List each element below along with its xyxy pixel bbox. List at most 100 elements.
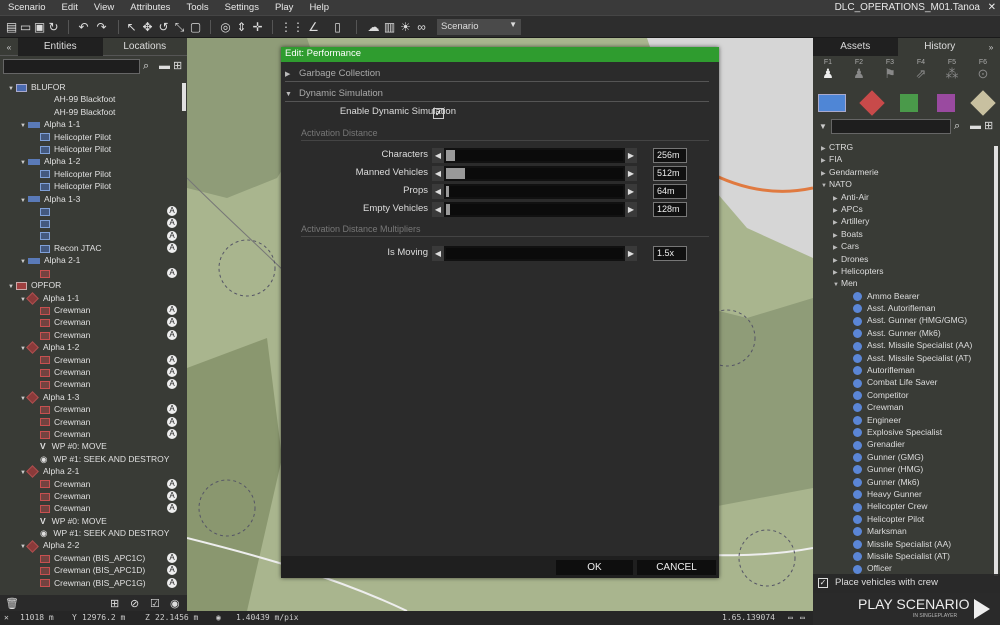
side-opfor-swatch[interactable] xyxy=(859,90,885,116)
entity-row[interactable]: ▼ Alpha 1-2 xyxy=(0,155,181,167)
entities-scrollbar[interactable] xyxy=(182,83,186,111)
filter-icon[interactable]: ⊘ xyxy=(130,597,139,610)
tab-locations[interactable]: Locations xyxy=(103,38,188,56)
collapse-left-icon[interactable]: « xyxy=(0,42,18,52)
entity-row[interactable]: ▼ Alpha 1-1 xyxy=(0,118,181,130)
side-empty-swatch[interactable] xyxy=(970,90,996,116)
section-dynamic-simulation[interactable]: ▼ Dynamic Simulation xyxy=(285,87,709,102)
entity-row[interactable]: ▼ Alpha 2-1 xyxy=(0,254,181,266)
redo-icon[interactable]: ↷ xyxy=(94,19,109,35)
arrow-right-icon[interactable]: ▶ xyxy=(625,166,637,181)
asset-row[interactable]: Asst. Gunner (HMG/GMG) xyxy=(813,314,992,326)
entity-row[interactable]: ▼ Alpha 2-2 xyxy=(0,539,181,553)
arrow-left-icon[interactable]: ◀ xyxy=(432,246,444,261)
asset-row[interactable]: Asst. Missile Specialist (AT) xyxy=(813,352,992,364)
angle-icon[interactable]: ∠ xyxy=(306,19,321,35)
arrow-left-icon[interactable]: ◀ xyxy=(432,202,444,217)
vertical-move-icon[interactable]: ⇕ xyxy=(234,19,249,35)
asset-row[interactable]: Asst. Missile Specialist (AA) xyxy=(813,339,992,351)
entity-row[interactable]: Crewman A xyxy=(0,490,181,502)
asset-row[interactable]: ▶ Cars xyxy=(813,240,992,252)
asset-row[interactable]: Missile Specialist (AA) xyxy=(813,538,992,550)
asset-row[interactable]: Asst. Gunner (Mk6) xyxy=(813,327,992,339)
cancel-button[interactable]: CANCEL xyxy=(637,560,716,575)
side-civilian-swatch[interactable] xyxy=(937,94,955,112)
new-file-icon[interactable]: ▤ xyxy=(4,19,19,35)
arrow-right-icon[interactable]: ▶ xyxy=(625,148,637,163)
entity-row[interactable]: Helicopter Pilot xyxy=(0,143,181,155)
entity-row[interactable]: A xyxy=(0,217,181,229)
select-cursor-icon[interactable]: ↖ xyxy=(124,19,139,35)
menu-tools[interactable]: Tools xyxy=(178,2,216,13)
trash-icon[interactable]: 🗑 xyxy=(5,597,19,610)
asset-row[interactable]: ▶ Boats xyxy=(813,228,992,240)
settings-icon[interactable]: ▭ xyxy=(800,613,805,622)
pause-time-icon[interactable]: ▥ xyxy=(382,19,397,35)
side-blufor-swatch[interactable] xyxy=(818,94,846,112)
collapse-all-icon[interactable]: ▬ xyxy=(159,59,170,74)
category-groups[interactable]: F2 ♟ xyxy=(849,59,869,82)
save-icon[interactable]: ▣ xyxy=(32,19,47,35)
asset-row[interactable]: Helicopter Crew xyxy=(813,500,992,512)
collapse-all-icon[interactable]: ▬ xyxy=(970,119,981,134)
tab-assets[interactable]: Assets xyxy=(813,38,898,56)
menu-view[interactable]: View xyxy=(86,2,122,13)
asset-row[interactable]: Gunner (Mk6) xyxy=(813,476,992,488)
asset-row[interactable]: Heavy Gunner xyxy=(813,488,992,500)
open-folder-icon[interactable]: ▭ xyxy=(18,19,33,35)
rotate-icon[interactable]: ↺ xyxy=(156,19,171,35)
slider-value[interactable]: 64m xyxy=(653,184,687,199)
entity-row[interactable]: Crewman (BIS_APC1D) A xyxy=(0,564,181,576)
slider-value[interactable]: 512m xyxy=(653,166,687,181)
entity-row[interactable]: ▼ Alpha 1-2 xyxy=(0,341,181,355)
distance-slider[interactable]: ◀ ▶ xyxy=(432,184,637,199)
entity-row[interactable]: ▼ Alpha 2-1 xyxy=(0,465,181,479)
menu-edit[interactable]: Edit xyxy=(54,2,86,13)
entity-row[interactable]: ◉ WP #1: SEEK AND DESTROY xyxy=(0,527,181,539)
distance-slider[interactable]: ◀ ▶ xyxy=(432,148,637,163)
entity-row[interactable]: Crewman A xyxy=(0,366,181,378)
menu-scenario[interactable]: Scenario xyxy=(0,2,54,13)
entity-row[interactable]: Crewman A xyxy=(0,403,181,415)
asset-row[interactable]: ▶ Gendarmerie xyxy=(813,166,992,178)
ok-button[interactable]: OK xyxy=(556,560,633,575)
entity-row[interactable]: Helicopter Pilot xyxy=(0,168,181,180)
entity-row[interactable]: AH-99 Blackfoot xyxy=(0,93,181,105)
arrow-right-icon[interactable]: ▶ xyxy=(625,246,637,261)
menu-settings[interactable]: Settings xyxy=(217,2,267,13)
arrow-right-icon[interactable]: ▶ xyxy=(625,184,637,199)
entity-row[interactable]: Crewman A xyxy=(0,378,181,390)
asset-row[interactable]: Competitor xyxy=(813,389,992,401)
menu-help[interactable]: Help xyxy=(301,2,337,13)
asset-row[interactable]: Gunner (HMG) xyxy=(813,463,992,475)
asset-row[interactable]: ▶ CTRG xyxy=(813,141,992,153)
asset-row[interactable]: ▶ Artillery xyxy=(813,215,992,227)
entity-row[interactable]: V WP #0: MOVE xyxy=(0,515,181,527)
asset-row[interactable]: Engineer xyxy=(813,414,992,426)
tab-history[interactable]: History xyxy=(898,38,983,56)
arrow-right-icon[interactable]: ▶ xyxy=(625,202,637,217)
entity-row[interactable]: Recon JTAC A xyxy=(0,242,181,254)
entity-row[interactable]: Crewman A xyxy=(0,502,181,514)
refresh-icon[interactable]: ↻ xyxy=(46,19,61,35)
entity-row[interactable]: A xyxy=(0,267,181,279)
play-scenario-button[interactable]: PLAY SCENARIO IN SINGLEPLAYER xyxy=(813,593,1000,625)
asset-row[interactable]: Crewman xyxy=(813,401,992,413)
area-icon[interactable]: ▢ xyxy=(188,19,203,35)
grid-icon[interactable]: ⋮⋮ xyxy=(280,19,304,35)
entity-row[interactable]: Crewman A xyxy=(0,428,181,440)
check-icon[interactable]: ☑ xyxy=(150,597,160,610)
asset-row[interactable]: Ammo Bearer xyxy=(813,290,992,302)
add-folder-icon[interactable]: ⊞ xyxy=(110,597,119,610)
asset-row[interactable]: ▶ FIA xyxy=(813,153,992,165)
entity-row[interactable]: ▼ BLUFOR xyxy=(0,81,181,93)
category-units[interactable]: F1 ♟ xyxy=(818,59,838,82)
entity-row[interactable]: ▼ Alpha 1-1 xyxy=(0,292,181,305)
entity-row[interactable]: Crewman (BIS_APC1C) A xyxy=(0,552,181,564)
is-moving-slider[interactable]: ◀ ▶ xyxy=(432,246,637,261)
entity-row[interactable]: ▼ Alpha 1-3 xyxy=(0,391,181,404)
weather-icon[interactable]: ☁ xyxy=(366,19,381,35)
asset-row[interactable]: ▼ Men xyxy=(813,277,992,289)
distance-slider[interactable]: ◀ ▶ xyxy=(432,166,637,181)
slider-value[interactable]: 128m xyxy=(653,202,687,217)
